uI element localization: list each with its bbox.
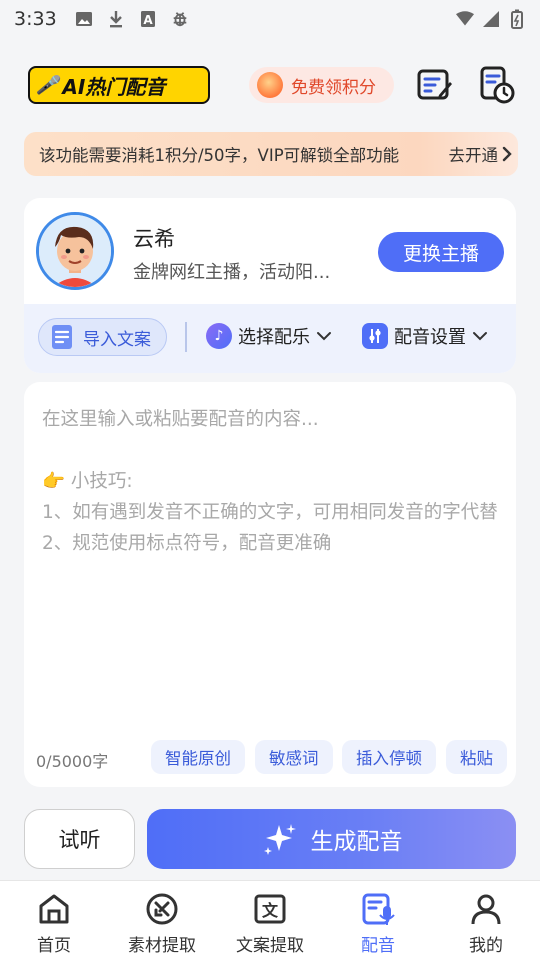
- wifi-icon: [456, 10, 474, 28]
- status-time: 3:33: [14, 8, 57, 30]
- dubbing-settings-label: 配音设置: [394, 327, 466, 348]
- insert-pause-chip[interactable]: 插入停顿: [342, 740, 436, 774]
- tab-dubbing[interactable]: 配音: [324, 881, 432, 960]
- tools-bar: 导入文案 ♪ 选择配乐 配音设置: [24, 304, 516, 373]
- chevron-right-icon: [502, 146, 512, 162]
- home-icon: [36, 891, 72, 927]
- free-points-label: 免费领积分: [291, 77, 376, 98]
- generate-dubbing-button[interactable]: 生成配音: [147, 809, 516, 869]
- a-badge-icon: A: [139, 10, 157, 28]
- smart-original-chip[interactable]: 智能原创: [151, 740, 245, 774]
- vip-open-link[interactable]: 去开通: [449, 142, 513, 166]
- tab-home-label: 首页: [37, 936, 71, 956]
- svg-text:文: 文: [262, 901, 279, 920]
- vip-banner[interactable]: 该功能需要消耗1积分/50字，VIP可解锁全部功能 去开通: [24, 132, 518, 176]
- edit-list-icon[interactable]: [416, 66, 454, 104]
- vip-banner-text: 该功能需要消耗1积分/50字，VIP可解锁全部功能: [39, 146, 400, 165]
- gift-bag-icon: [257, 72, 283, 98]
- free-points-button[interactable]: 免费领积分: [249, 67, 394, 103]
- signal-icon: [482, 10, 500, 28]
- chevron-down-icon: [473, 332, 487, 341]
- sensitive-words-chip[interactable]: 敏感词: [255, 740, 333, 774]
- tab-home[interactable]: 首页: [0, 881, 108, 960]
- status-bar: 3:33 A: [0, 0, 540, 38]
- sparkle-icon: [263, 824, 296, 855]
- anchor-card: 云希 金牌网红主播，活动阳... 更换主播 导入文案 ♪ 选择配乐 配音设置: [24, 198, 516, 373]
- tab-text-extract[interactable]: 文 文案提取: [216, 881, 324, 960]
- image-icon: [75, 10, 93, 28]
- app-logo: 🎤 AI热门配音: [28, 66, 210, 104]
- tab-profile-label: 我的: [469, 936, 503, 956]
- dubbing-icon: [360, 891, 396, 927]
- document-icon: [52, 325, 72, 349]
- svg-text:A: A: [143, 13, 153, 27]
- tab-text-extract-label: 文案提取: [236, 936, 304, 956]
- sliders-icon: [362, 323, 388, 349]
- tab-material-extract-label: 素材提取: [128, 936, 196, 956]
- download-icon: [107, 10, 125, 28]
- material-extract-icon: [144, 891, 180, 927]
- bug-icon: [171, 10, 189, 28]
- text-input-card[interactable]: 在这里输入或粘贴要配音的内容... 👉 小技巧: 1、如有遇到发音不正确的文字，…: [24, 382, 516, 787]
- music-note-icon: ♪: [206, 323, 232, 349]
- anchor-name: 云希: [133, 227, 175, 251]
- select-music-label: 选择配乐: [238, 327, 310, 348]
- generate-dubbing-label: 生成配音: [310, 829, 403, 855]
- tab-profile[interactable]: 我的: [432, 881, 540, 960]
- tab-dubbing-label: 配音: [361, 936, 395, 956]
- bottom-tab-bar: 首页 素材提取 文 文案提取 配音 我的: [0, 880, 540, 960]
- preview-listen-button[interactable]: 试听: [24, 809, 135, 869]
- app-header: 🎤 AI热门配音 免费领积分: [0, 62, 540, 108]
- tools-divider: [185, 322, 187, 352]
- paste-chip[interactable]: 粘贴: [446, 740, 507, 774]
- anchor-avatar: [36, 212, 114, 290]
- tab-material-extract[interactable]: 素材提取: [108, 881, 216, 960]
- battery-icon: [508, 9, 526, 29]
- profile-icon: [468, 891, 504, 927]
- char-counter: 0/5000字: [36, 752, 109, 771]
- change-anchor-button[interactable]: 更换主播: [378, 232, 504, 272]
- anchor-description: 金牌网红主播，活动阳...: [133, 262, 331, 283]
- import-text-label: 导入文案: [83, 329, 151, 350]
- app-logo-text: AI热门配音: [62, 74, 166, 99]
- dubbing-settings-dropdown[interactable]: 配音设置: [362, 323, 488, 349]
- history-icon[interactable]: [478, 66, 516, 104]
- text-extract-icon: 文: [252, 891, 288, 927]
- select-music-dropdown[interactable]: ♪ 选择配乐: [206, 323, 332, 349]
- microphone-icon: 🎤: [36, 74, 59, 96]
- chevron-down-icon: [317, 332, 331, 341]
- import-text-button[interactable]: 导入文案: [38, 318, 167, 356]
- vip-open-label: 去开通: [448, 146, 499, 165]
- text-input-placeholder[interactable]: 在这里输入或粘贴要配音的内容... 👉 小技巧: 1、如有遇到发音不正确的文字，…: [42, 404, 502, 559]
